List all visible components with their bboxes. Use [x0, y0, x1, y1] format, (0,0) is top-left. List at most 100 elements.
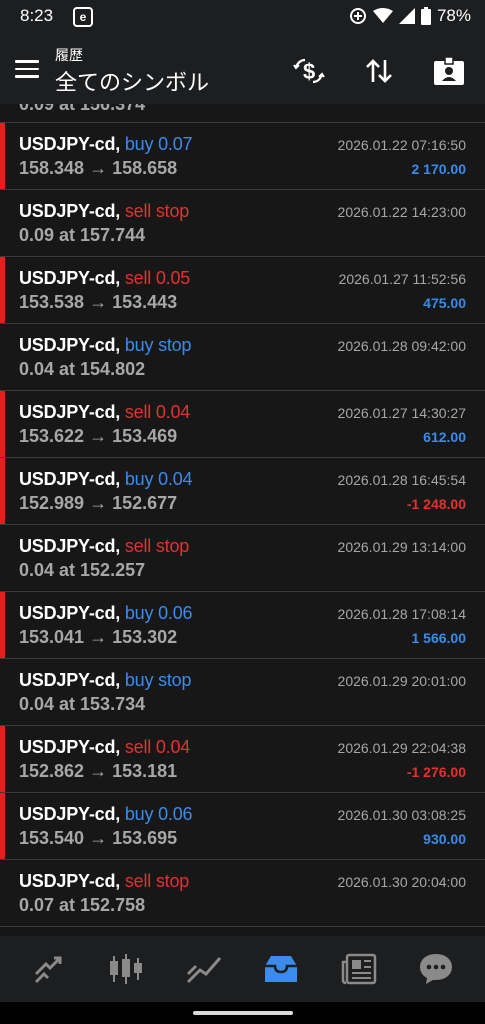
trade-date: 2026.01.28 17:08:14: [337, 606, 466, 622]
trade-title: USDJPY-cd, sell 0.05: [19, 268, 190, 289]
trade-profit: -1 248.00: [406, 496, 466, 512]
trade-prices: 0.09 at 156.374: [19, 104, 146, 114]
list-item[interactable]: USDJPY-cd, buy stop 0.04 at 154.802 2026.0…: [0, 324, 485, 391]
candlestick-chart-icon: [110, 954, 143, 984]
currency-exchange-icon[interactable]: $: [292, 54, 326, 88]
list-item[interactable]: USDJPY-cd, sell stop 0.04 at 152.257 2026.…: [0, 525, 485, 592]
account-badge-icon[interactable]: [432, 54, 466, 88]
closed-position-marker: [0, 458, 5, 524]
trade-title: USDJPY-cd, buy 0.07: [19, 134, 193, 155]
trade-title: USDJPY-cd, sell stop: [19, 536, 189, 557]
menu-icon[interactable]: [15, 60, 39, 78]
trade-symbol: USDJPY-cd,: [19, 402, 121, 422]
sort-icon[interactable]: [362, 54, 396, 88]
battery-level: 78%: [436, 6, 471, 25]
trade-date: 2026.01.22 07:16:50: [337, 137, 466, 153]
trade-action: buy 0.07: [124, 134, 193, 154]
closed-position-marker: [0, 793, 5, 859]
page-subtitle: 履歴: [55, 47, 83, 63]
inbox-history-icon: [265, 956, 298, 982]
trade-prices: 0.04 at 154.802: [19, 359, 146, 379]
trade-prices: 152.862 → 153.181: [19, 761, 178, 781]
nav-trade[interactable]: [29, 949, 69, 989]
battery-icon: [420, 7, 431, 25]
status-time: 8:23: [20, 6, 54, 25]
trade-prices: 153.041 → 153.302: [19, 627, 178, 647]
trade-action: buy stop: [124, 335, 192, 355]
trade-action: buy 0.06: [124, 804, 193, 824]
trade-profit: 612.00: [423, 429, 466, 445]
page-title[interactable]: 全てのシンボル: [55, 65, 209, 97]
nav-trading-chart[interactable]: [184, 949, 224, 989]
trade-date: 2026.01.29 20:01:00: [337, 673, 466, 689]
trade-date: 2026.01.27 11:52:56: [338, 271, 466, 287]
bottom-navigation: [0, 936, 485, 1002]
list-item[interactable]: USDJPY-cd, sell 0.05 153.538 → 153.443 202…: [0, 257, 485, 324]
list-item[interactable]: 0.09 at 156.374: [0, 104, 485, 123]
status-bar: 8:23 e 78%: [0, 0, 485, 34]
app-bar: 履歴 全てのシンボル $: [0, 34, 485, 104]
nav-chat[interactable]: [416, 949, 456, 989]
list-item[interactable]: USDJPY-cd, buy 0.06 153.041 → 153.302 2026…: [0, 592, 485, 659]
trade-symbol: USDJPY-cd,: [19, 335, 121, 355]
trade-title: USDJPY-cd, sell stop: [19, 201, 189, 222]
trade-action: sell stop: [124, 536, 190, 556]
trade-date: 2026.01.30 03:08:25: [337, 807, 466, 823]
trade-date: 2026.01.29 13:14:00: [337, 539, 466, 555]
trade-prices: 0.04 at 152.257: [19, 560, 146, 580]
nav-news[interactable]: [339, 949, 379, 989]
trade-symbol: USDJPY-cd,: [19, 268, 121, 288]
list-item[interactable]: USDJPY-cd, buy 0.07 158.348 → 158.658 2026…: [0, 123, 485, 190]
closed-position-marker: [0, 726, 5, 792]
home-indicator[interactable]: [193, 1011, 293, 1015]
trade-title: USDJPY-cd, buy stop: [19, 335, 192, 356]
trade-symbol: USDJPY-cd,: [19, 737, 121, 757]
trade-profit: 1 566.00: [411, 630, 467, 646]
trade-symbol: USDJPY-cd,: [19, 804, 121, 824]
list-item[interactable]: USDJPY-cd, buy 0.06 153.540 → 153.695 2026…: [0, 793, 485, 860]
trade-prices: 0.07 at 152.758: [19, 895, 146, 915]
app-notification-icon: e: [73, 7, 93, 27]
trade-action: sell 0.05: [124, 268, 191, 288]
trade-title: USDJPY-cd, sell stop: [19, 871, 189, 892]
list-item[interactable]: USDJPY-cd, buy 0.04 152.989 → 152.677 2026…: [0, 458, 485, 525]
svg-text:$: $: [303, 59, 315, 84]
trade-date: 2026.01.28 09:42:00: [337, 338, 466, 354]
gesture-bar: [0, 1002, 485, 1024]
list-item[interactable]: USDJPY-cd, sell stop 0.07 at 152.758 2026.…: [0, 860, 485, 927]
nav-history[interactable]: [261, 949, 301, 989]
trade-title: USDJPY-cd, sell 0.04: [19, 402, 190, 423]
status-icons: 78%: [349, 6, 471, 26]
trade-date: 2026.01.30 20:04:00: [337, 874, 466, 890]
trade-title: USDJPY-cd, buy 0.06: [19, 603, 193, 624]
trade-prices: 0.04 at 153.734: [19, 694, 146, 714]
trade-icon: [34, 956, 62, 984]
closed-position-marker: [0, 391, 5, 457]
trade-action: sell 0.04: [124, 737, 191, 757]
trade-action: buy 0.06: [124, 603, 193, 623]
list-item[interactable]: USDJPY-cd, sell 0.04 153.622 → 153.469 202…: [0, 391, 485, 458]
trade-action: buy stop: [124, 670, 192, 690]
trade-symbol: USDJPY-cd,: [19, 871, 121, 891]
line-chart-icon: [186, 957, 221, 984]
trade-symbol: USDJPY-cd,: [19, 603, 121, 623]
list-item[interactable]: USDJPY-cd, sell stop 0.09 at 157.744 2026.…: [0, 190, 485, 257]
trade-prices: 0.09 at 157.744: [19, 225, 146, 245]
list-item[interactable]: USDJPY-cd, sell 0.04 152.862 → 153.181 202…: [0, 726, 485, 793]
trade-symbol: USDJPY-cd,: [19, 536, 121, 556]
signal-icon: [398, 8, 415, 24]
trade-title: USDJPY-cd, buy 0.06: [19, 804, 193, 825]
trade-date: 2026.01.29 22:04:38: [337, 740, 466, 756]
trade-profit: 930.00: [423, 831, 466, 847]
history-list[interactable]: 0.09 at 156.374 USDJPY-cd, buy 0.07 158.3…: [0, 104, 485, 936]
trade-action: sell stop: [124, 871, 190, 891]
trade-action: sell stop: [124, 201, 190, 221]
list-item[interactable]: USDJPY-cd, buy stop 0.04 at 153.734 2026.0…: [0, 659, 485, 726]
nav-chart[interactable]: [106, 949, 146, 989]
wifi-icon: [372, 8, 393, 23]
trade-title: USDJPY-cd, buy stop: [19, 670, 192, 691]
trade-symbol: USDJPY-cd,: [19, 469, 121, 489]
news-icon: [341, 953, 376, 985]
trade-profit: 2 170.00: [411, 161, 467, 177]
trade-prices: 153.622 → 153.469: [19, 426, 178, 446]
